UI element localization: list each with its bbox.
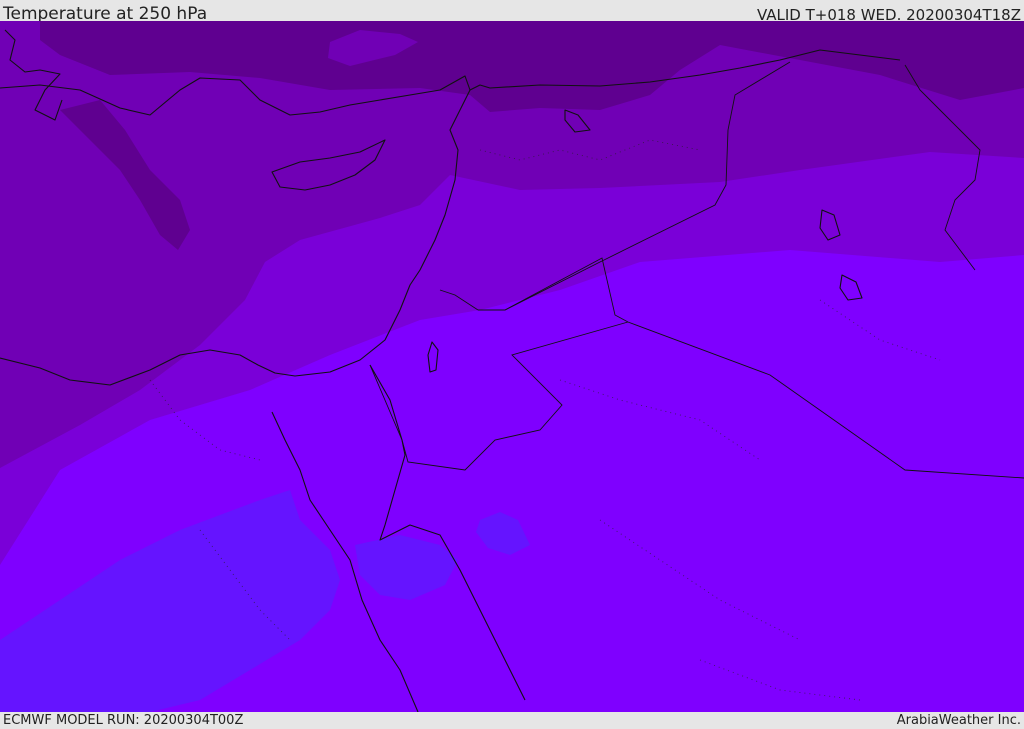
- map-canvas: [0, 21, 1024, 712]
- model-run-label: ECMWF MODEL RUN: 20200304T00Z: [3, 713, 244, 728]
- map-footer: ECMWF MODEL RUN: 20200304T00Z ArabiaWeat…: [0, 712, 1024, 729]
- map-header: Temperature at 250 hPa VALID T+018 WED. …: [0, 0, 1024, 24]
- temperature-map: [0, 21, 1024, 712]
- brand-label: ArabiaWeather Inc.: [896, 713, 1021, 728]
